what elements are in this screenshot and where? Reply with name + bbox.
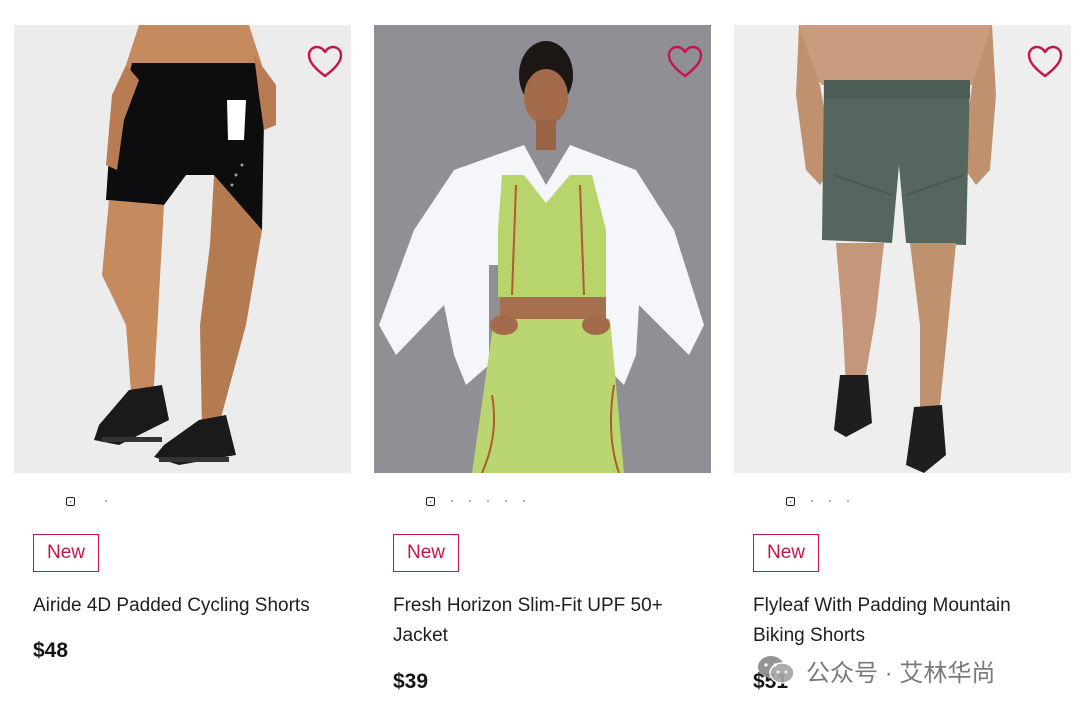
- carousel-dot[interactable]: [469, 500, 471, 502]
- carousel-dot-active[interactable]: [426, 496, 435, 506]
- carousel-dot[interactable]: [105, 500, 107, 502]
- carousel-dot[interactable]: [451, 500, 453, 502]
- carousel-dot-active[interactable]: [786, 496, 795, 506]
- product-price: $39: [393, 670, 429, 693]
- favorite-button[interactable]: [1027, 45, 1063, 79]
- carousel-dot[interactable]: [811, 500, 813, 502]
- carousel-dot[interactable]: [523, 500, 525, 502]
- cycling-shorts-photo: [14, 25, 351, 473]
- product-price: $48: [33, 639, 69, 662]
- image-carousel-indicator: [426, 495, 525, 507]
- new-badge: New: [393, 534, 460, 572]
- product-image[interactable]: [734, 25, 1071, 473]
- heart-outline-icon: [307, 45, 343, 78]
- carousel-dot[interactable]: [505, 500, 507, 502]
- watermark-text: 公众号 · 艾林华尚: [806, 659, 996, 687]
- product-image[interactable]: [14, 25, 351, 473]
- product-card[interactable]: New Airide 4D Padded Cycling Shorts $48: [14, 25, 351, 713]
- product-card[interactable]: New Fresh Horizon Slim-Fit UPF 50+ Jacke…: [374, 25, 711, 713]
- product-name[interactable]: Airide 4D Padded Cycling Shorts: [33, 591, 333, 621]
- carousel-dot[interactable]: [487, 500, 489, 502]
- jacket-photo: [374, 25, 711, 473]
- product-name[interactable]: Flyleaf With Padding Mountain Biking Sho…: [753, 591, 1053, 651]
- new-badge: New: [33, 534, 100, 572]
- carousel-dot-active[interactable]: [66, 496, 75, 506]
- image-carousel-indicator: [786, 495, 849, 507]
- new-badge: New: [753, 534, 820, 572]
- biking-shorts-photo: [734, 25, 1071, 473]
- wechat-icon: [758, 656, 795, 684]
- carousel-dot[interactable]: [829, 500, 831, 502]
- carousel-dot[interactable]: [847, 500, 849, 502]
- product-name[interactable]: Fresh Horizon Slim-Fit UPF 50+ Jacket: [393, 591, 693, 651]
- favorite-button[interactable]: [307, 45, 343, 79]
- product-image[interactable]: [374, 25, 711, 473]
- favorite-button[interactable]: [667, 45, 703, 79]
- heart-outline-icon: [1027, 45, 1063, 78]
- watermark: 公众号 · 艾林华尚: [756, 653, 995, 687]
- product-card[interactable]: New Flyleaf With Padding Mountain Biking…: [734, 25, 1071, 713]
- heart-outline-icon: [667, 45, 703, 78]
- image-carousel-indicator: [66, 495, 107, 507]
